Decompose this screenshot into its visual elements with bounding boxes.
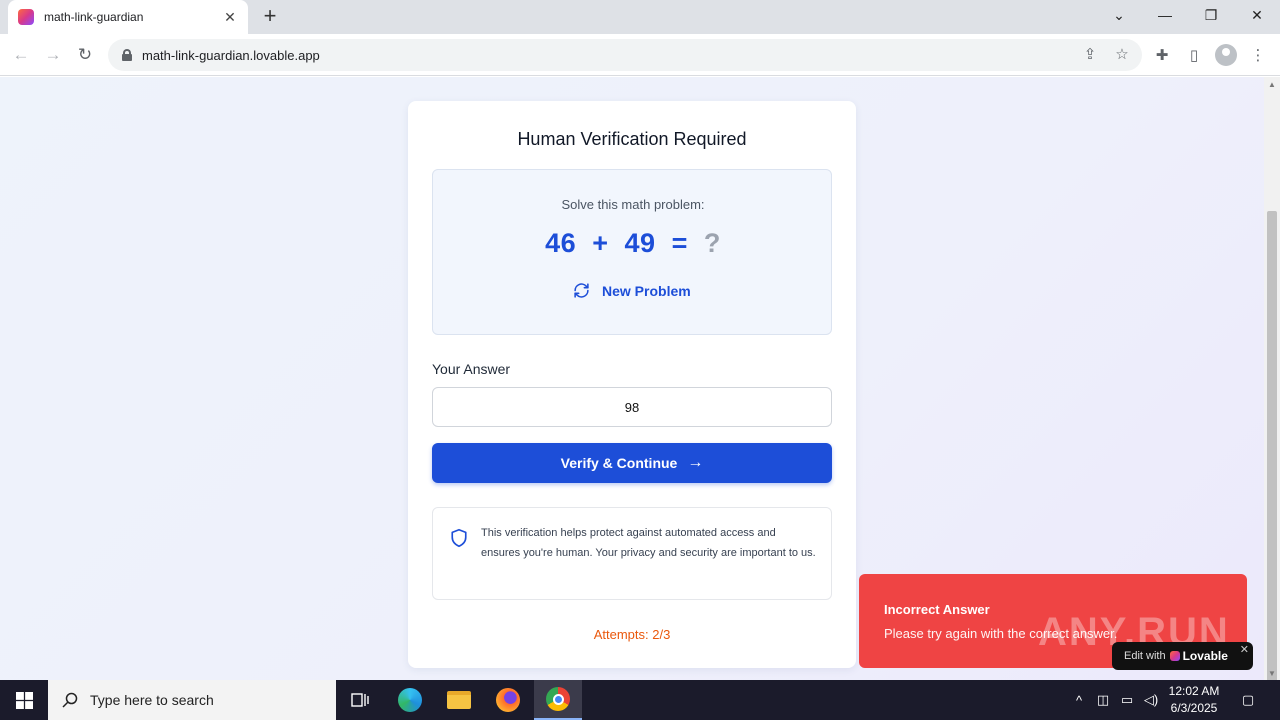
badge-edit-text: Edit with [1124,650,1166,662]
badge-close-icon[interactable]: ✕ [1240,643,1249,656]
network-icon[interactable]: ▭ [1117,690,1137,710]
attempts-counter: Attempts: 2/3 [593,627,671,642]
url-text: math-link-guardian.lovable.app [142,47,320,63]
taskbar-search-box[interactable]: Type here to search [48,680,336,720]
clock-time: 12:02 AM [1168,684,1220,698]
minimize-button[interactable]: — [1142,0,1188,30]
task-view-icon [351,693,369,707]
lock-icon [122,49,132,61]
firefox-app-button[interactable] [484,680,532,720]
scroll-down-arrow-icon[interactable]: ▼ [1268,669,1276,678]
tray-device-icon[interactable]: ◫ [1093,690,1113,710]
page-title: Human Verification Required [517,129,747,149]
scrollbar-thumb[interactable] [1267,211,1277,709]
edge-app-button[interactable] [386,680,434,720]
verify-continue-button[interactable]: Verify & Continue → [432,443,832,483]
edge-icon [398,688,422,712]
reload-button[interactable]: ↻ [72,42,98,68]
share-icon[interactable]: ⇪ [1079,43,1101,65]
scroll-up-arrow-icon[interactable]: ▲ [1268,80,1276,89]
bookmark-star-icon[interactable]: ☆ [1111,43,1133,65]
new-problem-button[interactable]: New Problem [573,282,691,299]
tab-strip: math-link-guardian ✕ + ⌄ — ❐ ✕ [0,0,1280,34]
unknown-mark: ? [703,228,721,258]
tray-chevron-up-icon[interactable]: ^ [1069,690,1089,710]
lovable-logo-icon [1169,651,1180,661]
folder-icon [447,691,471,709]
answer-label: Your Answer [432,361,511,377]
new-problem-label: New Problem [602,282,691,299]
badge-brand-text: Lovable [1182,649,1228,663]
equals-sign: = [671,228,688,258]
system-clock[interactable]: 12:02 AM 6/3/2025 [1160,683,1228,717]
firefox-icon [496,688,520,712]
back-button[interactable]: ← [8,42,34,68]
tab-search-icon[interactable]: ⌄ [1096,0,1142,30]
problem-label: Solve this math problem: [561,197,705,212]
side-panel-icon[interactable]: ▯ [1183,44,1205,66]
answer-input[interactable] [432,387,832,427]
restore-button[interactable]: ❐ [1188,0,1234,30]
toast-title: Incorrect Answer [884,602,990,617]
windows-taskbar: Type here to search ^ ◫ ▭ ◁) 12:02 AM 6/… [0,680,1280,720]
address-bar[interactable]: math-link-guardian.lovable.app [108,39,1142,71]
notification-icon[interactable]: ▢ [1238,690,1258,710]
privacy-info-box: This verification helps protect against … [432,507,832,600]
privacy-info-text: This verification helps protect against … [481,527,816,559]
tab-title: math-link-guardian [44,10,144,24]
page-scrollbar[interactable]: ▲ ▼ [1264,77,1280,709]
search-icon [62,692,78,708]
operand-b: 49 [624,228,656,258]
edit-with-lovable-badge[interactable]: Edit with Lovable ✕ [1112,642,1253,670]
arrow-right-icon: → [687,454,704,471]
chrome-icon [546,687,570,711]
verification-card: Human Verification Required Solve this m… [408,101,856,668]
menu-kebab-icon[interactable]: ⋮ [1247,44,1269,66]
forward-button[interactable]: → [40,42,66,68]
chrome-app-button[interactable] [534,680,582,720]
file-explorer-button[interactable] [435,680,483,720]
verify-label: Verify & Continue [560,455,678,471]
taskbar-search-placeholder: Type here to search [90,692,214,708]
shield-icon [451,528,467,548]
math-problem-box: Solve this math problem: 46 + 49 = ? New… [432,169,832,335]
browser-tab[interactable]: math-link-guardian ✕ [8,0,248,34]
clock-date: 6/3/2025 [1170,701,1218,715]
task-view-button[interactable] [336,680,384,720]
browser-toolbar: ← → ↻ math-link-guardian.lovable.app ⇪ ☆… [0,34,1280,76]
extensions-icon[interactable]: ✚ [1151,44,1173,66]
lovable-favicon-icon [18,9,34,25]
refresh-icon [574,283,589,298]
new-tab-button[interactable]: + [258,4,282,28]
operator: + [592,228,609,258]
windows-logo-icon [15,691,33,709]
volume-icon[interactable]: ◁) [1141,690,1161,710]
close-window-button[interactable]: ✕ [1234,0,1280,30]
tab-close-icon[interactable]: ✕ [222,9,238,26]
operand-a: 46 [545,228,577,258]
profile-avatar-icon[interactable] [1215,44,1237,66]
math-equation: 46 + 49 = ? [433,228,833,259]
start-button[interactable] [0,680,48,720]
